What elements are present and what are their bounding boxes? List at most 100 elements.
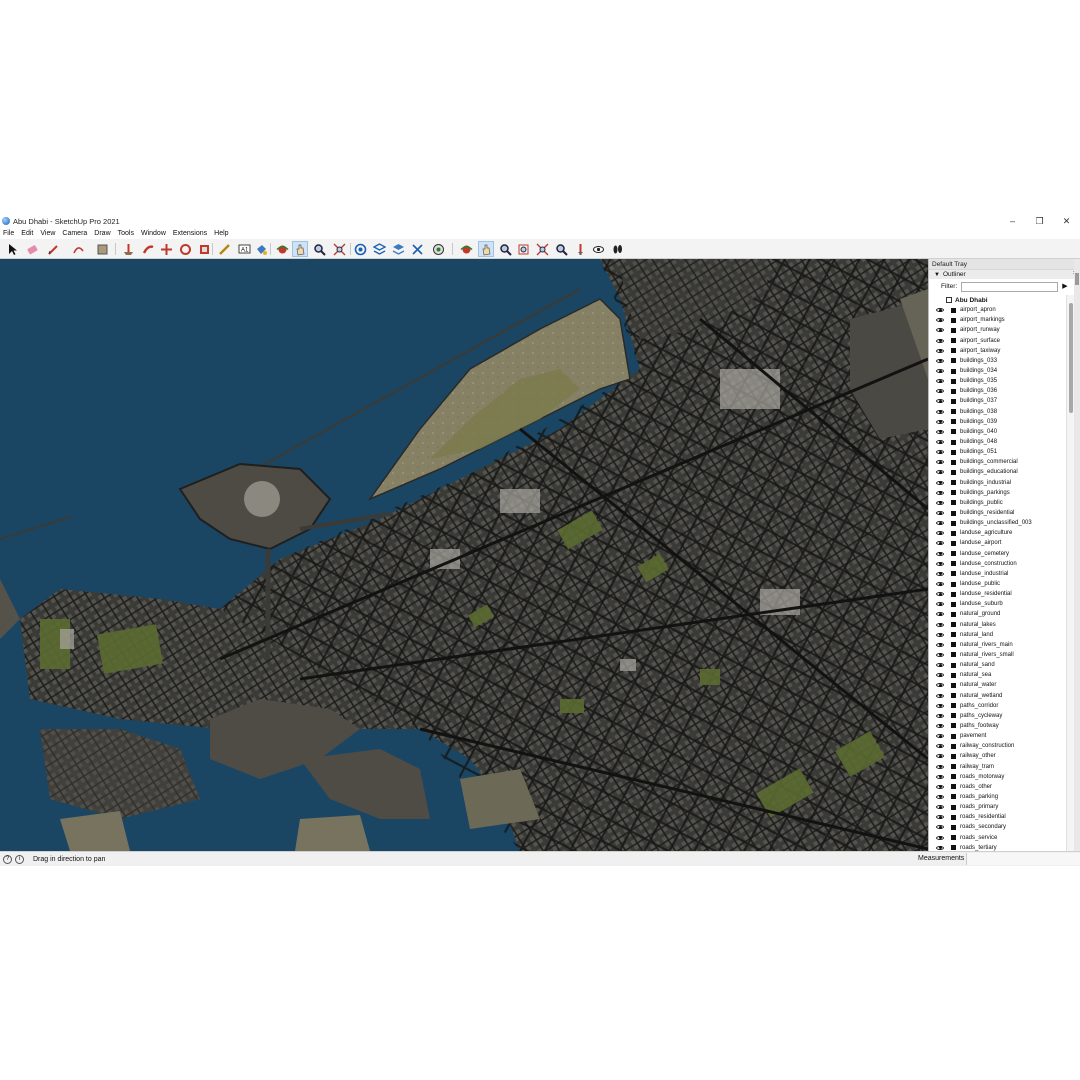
visibility-eye-icon[interactable] (936, 459, 944, 465)
visibility-eye-icon[interactable] (936, 490, 944, 496)
outliner-item[interactable]: roads_service (929, 832, 1067, 842)
menu-extensions[interactable]: Extensions (173, 230, 207, 237)
filter-input[interactable] (961, 281, 1059, 292)
zoom-extents-icon[interactable] (534, 241, 550, 257)
push-pull-icon[interactable] (120, 241, 136, 257)
visibility-eye-icon[interactable] (936, 419, 944, 425)
menu-window[interactable]: Window (141, 230, 166, 237)
visibility-eye-icon[interactable] (936, 672, 944, 678)
visibility-eye-icon[interactable] (936, 723, 944, 729)
visibility-eye-icon[interactable] (936, 398, 944, 404)
outliner-item[interactable]: airport_apron (929, 305, 1067, 315)
outliner-item[interactable]: roads_motorway (929, 772, 1067, 782)
visibility-eye-icon[interactable] (936, 622, 944, 628)
eraser-icon[interactable] (24, 241, 40, 257)
tray-edge-tab[interactable] (1075, 273, 1079, 285)
orbit-icon[interactable] (458, 241, 474, 257)
outliner-item[interactable]: paths_footway (929, 721, 1067, 731)
outliner-scrollbar[interactable] (1066, 295, 1074, 851)
outliner-item[interactable]: landuse_residential (929, 589, 1067, 599)
visibility-eye-icon[interactable] (936, 480, 944, 486)
visibility-eye-icon[interactable] (936, 317, 944, 323)
outliner-options-icon[interactable]: ▶ (1062, 282, 1071, 291)
menu-edit[interactable]: Edit (21, 230, 33, 237)
visibility-eye-icon[interactable] (936, 520, 944, 526)
model-viewport[interactable] (0, 259, 928, 851)
outliner-item[interactable]: natural_land (929, 630, 1067, 640)
menu-view[interactable]: View (40, 230, 55, 237)
collapse-triangle-icon[interactable]: ▼ (934, 272, 940, 278)
layout-icon[interactable] (390, 241, 406, 257)
outliner-item[interactable]: landuse_cemetery (929, 549, 1067, 559)
outliner-item[interactable]: roads_residential (929, 812, 1067, 822)
visibility-eye-icon[interactable] (936, 571, 944, 577)
pan-icon[interactable] (478, 241, 494, 257)
outliner-item[interactable]: natural_ground (929, 609, 1067, 619)
outliner-item[interactable]: buildings_parkings (929, 488, 1067, 498)
rectangle-shape-icon[interactable] (94, 241, 110, 257)
close-icon[interactable]: ✕ (1053, 214, 1080, 228)
tape-measure-icon[interactable] (216, 241, 232, 257)
outliner-panel-header[interactable]: ▼ Outliner × (929, 269, 1080, 279)
outliner-item[interactable]: buildings_035 (929, 376, 1067, 386)
visibility-eye-icon[interactable] (936, 662, 944, 668)
visibility-eye-icon[interactable] (936, 682, 944, 688)
outliner-tree[interactable]: Abu Dhabi airport_apron airport_markings a… (929, 295, 1067, 851)
text-icon[interactable]: A1 (236, 241, 252, 257)
outliner-item[interactable]: buildings_039 (929, 417, 1067, 427)
visibility-eye-icon[interactable] (936, 703, 944, 709)
visibility-eye-icon[interactable] (936, 764, 944, 770)
zoom-window-icon[interactable] (515, 241, 531, 257)
zoom-icon[interactable] (497, 241, 513, 257)
outliner-item[interactable]: roads_secondary (929, 822, 1067, 832)
visibility-eye-icon[interactable] (936, 469, 944, 475)
outliner-item[interactable]: buildings_unclassified_003 (929, 518, 1067, 528)
position-camera-icon[interactable] (572, 241, 588, 257)
visibility-eye-icon[interactable] (936, 804, 944, 810)
outliner-item[interactable]: airport_markings (929, 315, 1067, 325)
outliner-item[interactable]: natural_wetland (929, 690, 1067, 700)
visibility-eye-icon[interactable] (936, 743, 944, 749)
outliner-item[interactable]: landuse_public (929, 579, 1067, 589)
outliner-item[interactable]: roads_tertiary (929, 843, 1067, 851)
previous-view-icon[interactable] (553, 241, 569, 257)
outliner-item[interactable]: airport_surface (929, 336, 1067, 346)
visibility-eye-icon[interactable] (936, 368, 944, 374)
visibility-eye-icon[interactable] (936, 358, 944, 364)
outliner-item[interactable]: pavement (929, 731, 1067, 741)
menu-tools[interactable]: Tools (118, 230, 134, 237)
scrollbar-thumb[interactable] (1069, 303, 1073, 413)
pan-icon[interactable] (292, 241, 308, 257)
visibility-eye-icon[interactable] (936, 348, 944, 354)
minimize-icon[interactable]: – (999, 214, 1026, 228)
visibility-eye-icon[interactable] (936, 814, 944, 820)
visibility-eye-icon[interactable] (936, 693, 944, 699)
outliner-item[interactable]: natural_rivers_main (929, 640, 1067, 650)
visibility-eye-icon[interactable] (936, 409, 944, 415)
outliner-item[interactable]: airport_taxiway (929, 346, 1067, 356)
outliner-item[interactable]: roads_parking (929, 792, 1067, 802)
visibility-eye-icon[interactable] (936, 753, 944, 759)
arc-icon[interactable] (70, 241, 86, 257)
outliner-item[interactable]: buildings_037 (929, 396, 1067, 406)
visibility-eye-icon[interactable] (936, 652, 944, 658)
outliner-item[interactable]: landuse_agriculture (929, 528, 1067, 538)
menu-help[interactable]: Help (214, 230, 228, 237)
restore-icon[interactable]: ❐ (1026, 214, 1053, 228)
outliner-item[interactable]: paths_cycleway (929, 711, 1067, 721)
outliner-item[interactable]: roads_other (929, 782, 1067, 792)
move-icon[interactable] (158, 241, 174, 257)
outliner-item[interactable]: natural_water (929, 680, 1067, 690)
extension-manager-icon[interactable] (409, 241, 425, 257)
outliner-item[interactable]: paths_corridor (929, 701, 1067, 711)
outliner-item[interactable]: landuse_airport (929, 538, 1067, 548)
rotate-icon[interactable] (177, 241, 193, 257)
outliner-item[interactable]: buildings_034 (929, 366, 1067, 376)
visibility-eye-icon[interactable] (936, 642, 944, 648)
outliner-item[interactable]: buildings_033 (929, 356, 1067, 366)
visibility-eye-icon[interactable] (936, 601, 944, 607)
outliner-item[interactable]: railway_other (929, 751, 1067, 761)
visibility-eye-icon[interactable] (936, 591, 944, 597)
look-around-icon[interactable] (590, 241, 606, 257)
follow-me-icon[interactable] (140, 241, 156, 257)
